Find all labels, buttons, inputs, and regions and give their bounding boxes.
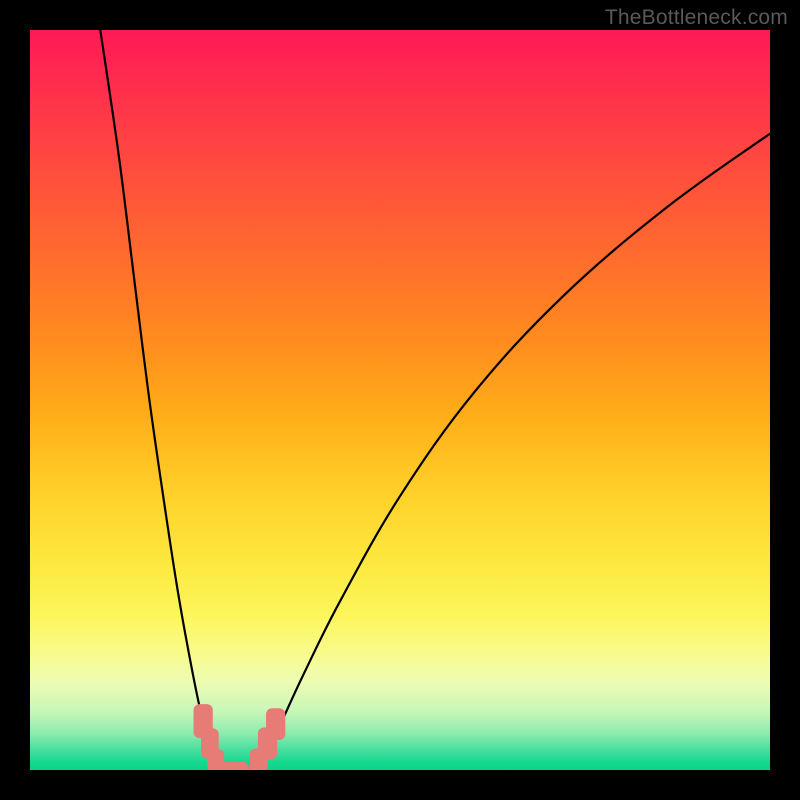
plot-background-gradient <box>30 30 770 770</box>
watermark-text: TheBottleneck.com <box>605 6 788 30</box>
plot-area <box>30 30 770 770</box>
